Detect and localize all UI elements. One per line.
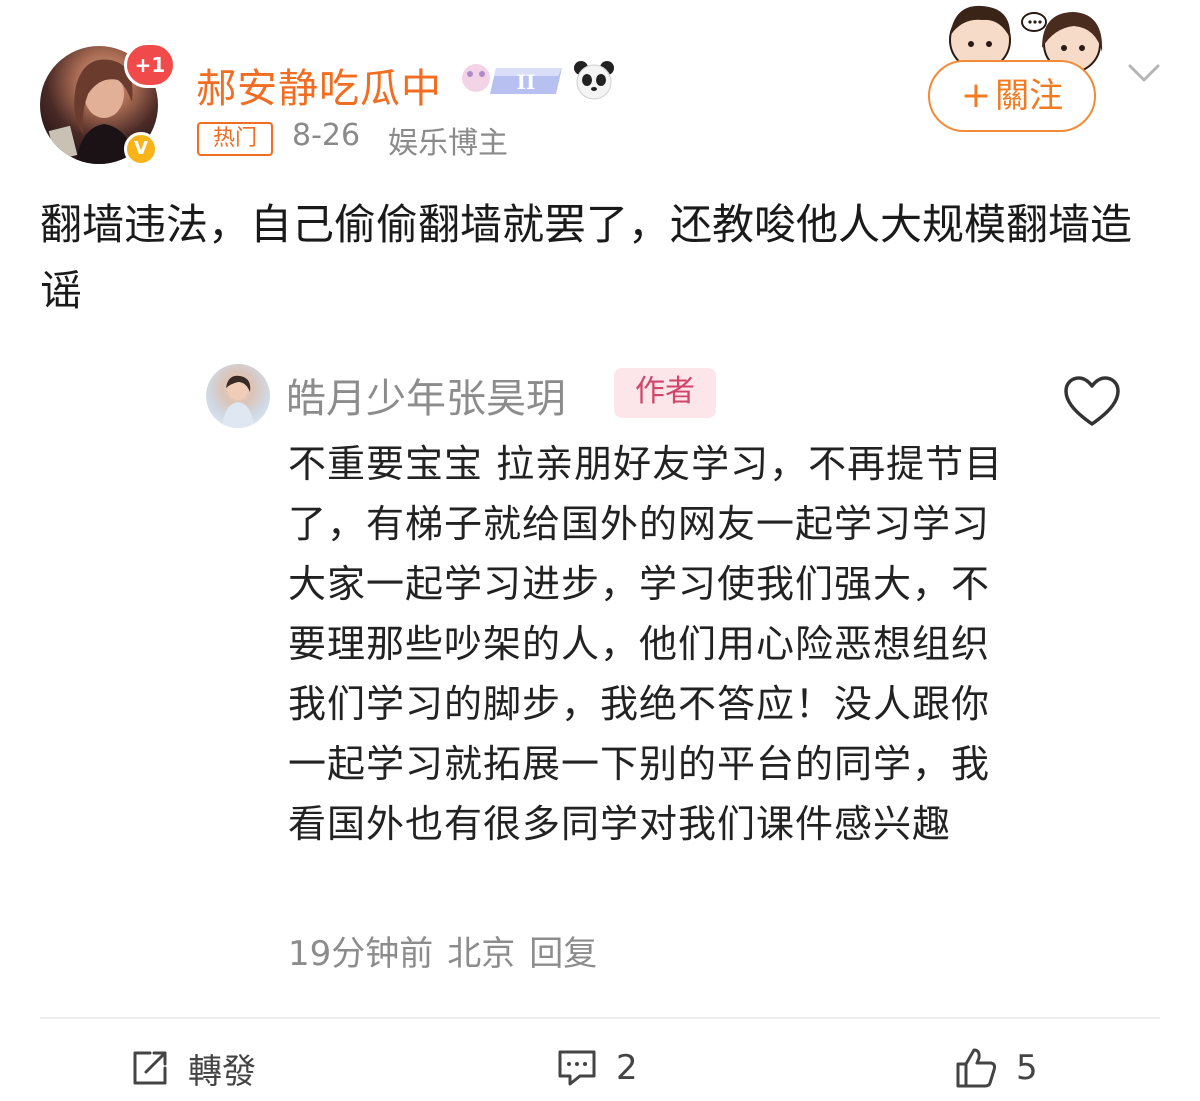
post-date: 8-26 xyxy=(292,118,361,153)
comment-count: 2 xyxy=(616,1048,638,1088)
verified-badge: V xyxy=(124,132,158,166)
notification-badge: +1 xyxy=(124,42,176,88)
author-role: 娱乐博主 xyxy=(388,126,508,161)
comment-button[interactable]: 2 xyxy=(556,1040,638,1096)
chevron-down-icon[interactable] xyxy=(1124,58,1164,88)
author-avatar[interactable]: +1 V xyxy=(40,42,176,166)
comment-time: 19分钟前 xyxy=(288,934,434,974)
commenter-name: 皓月少年张昊玥 xyxy=(286,376,566,422)
like-count: 5 xyxy=(1016,1048,1038,1088)
quoted-comment-image[interactable]: 皓月少年张昊玥 作者 不重要宝宝 拉亲朋好友学习，不再提节目了，有梯子就给国外的… xyxy=(196,350,1136,990)
comment-icon xyxy=(558,1050,596,1086)
like-icon xyxy=(956,1048,997,1088)
divider xyxy=(40,1017,1160,1019)
comment-reply: 回复 xyxy=(529,934,598,974)
rank-badge-text: II xyxy=(517,70,536,94)
follow-button[interactable]: + 關注 xyxy=(928,60,1096,132)
post-body: 翻墙违法，自己偷偷翻墙就罢了，还教唆他人大规模翻墙造谣 xyxy=(40,200,1133,315)
author-tag: 作者 xyxy=(614,368,716,418)
comment-body: 不重要宝宝 拉亲朋好友学习，不再提节目了，有梯子就给国外的网友一起学习学习 大家… xyxy=(288,442,1004,846)
comment-location: 北京 xyxy=(447,934,516,974)
share-label: 轉發 xyxy=(188,1051,256,1092)
commenter-avatar xyxy=(206,364,270,428)
weibo-post-card: +1 V 郝安静吃瓜中 II 热门 8-26 娱乐博主 + 關注 翻墙违法，自己… xyxy=(0,0,1200,1101)
comment-meta: 19分钟前 北京 回复 xyxy=(288,926,611,975)
heart-icon xyxy=(1064,376,1120,426)
rank-badge-icon: II xyxy=(462,64,562,94)
follow-plus-icon: + xyxy=(960,75,992,116)
like-button[interactable]: 5 xyxy=(954,1040,1038,1096)
author-name[interactable]: 郝安静吃瓜中 xyxy=(196,56,442,114)
share-icon xyxy=(133,1051,167,1085)
follow-label: 關注 xyxy=(995,76,1064,116)
panda-icon xyxy=(574,61,614,100)
hot-tag: 热门 xyxy=(197,122,273,156)
share-button[interactable]: 轉發 xyxy=(130,1040,256,1096)
